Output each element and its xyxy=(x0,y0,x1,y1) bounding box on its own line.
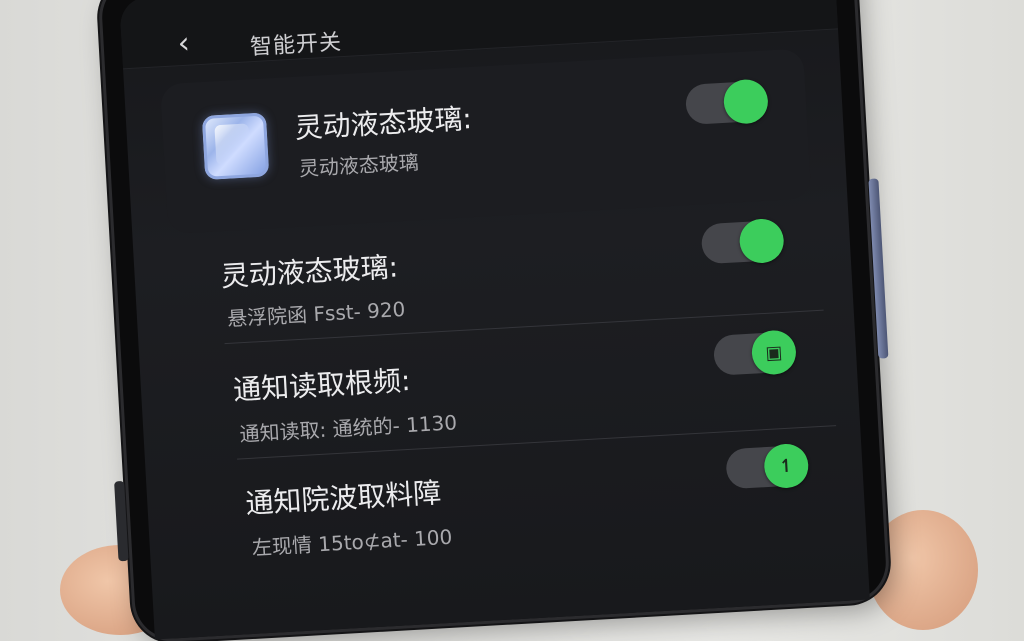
setting-toggle[interactable]: ▣ xyxy=(712,329,798,376)
setting-subtitle: 悬浮院函 Fsst- 920 xyxy=(226,297,406,331)
setting-subtitle: 左现情 15to⊄at- 100 xyxy=(251,524,453,560)
liquid-glass-icon xyxy=(201,112,270,180)
back-arrow-icon[interactable]: ‹ xyxy=(177,26,191,62)
toggle-knob xyxy=(738,217,785,265)
setting-title: 通知读取根频: xyxy=(232,363,412,407)
side-button[interactable] xyxy=(868,178,889,359)
page-title: 智能开关 xyxy=(249,30,343,61)
toggle-knob: ↿ xyxy=(763,442,810,490)
setting-title: 灵动液态玻璃: xyxy=(219,250,399,294)
toggle-knob: ▣ xyxy=(750,329,798,376)
setting-subtitle: 通知读取: 通统的- 1130 xyxy=(238,410,458,447)
setting-title: 通知院波取料障 xyxy=(244,476,443,521)
setting-toggle[interactable] xyxy=(700,217,785,265)
setting-toggle[interactable] xyxy=(684,78,770,125)
phone-device: ‹ 智能开关 灵动液态玻璃: 灵动液态玻璃 灵动液态玻璃: 悬浮院函 Fsst-… xyxy=(100,0,889,641)
setting-toggle[interactable]: ↿ xyxy=(725,442,810,490)
screen: ‹ 智能开关 灵动液态玻璃: 灵动液态玻璃 灵动液态玻璃: 悬浮院函 Fsst-… xyxy=(119,0,870,640)
